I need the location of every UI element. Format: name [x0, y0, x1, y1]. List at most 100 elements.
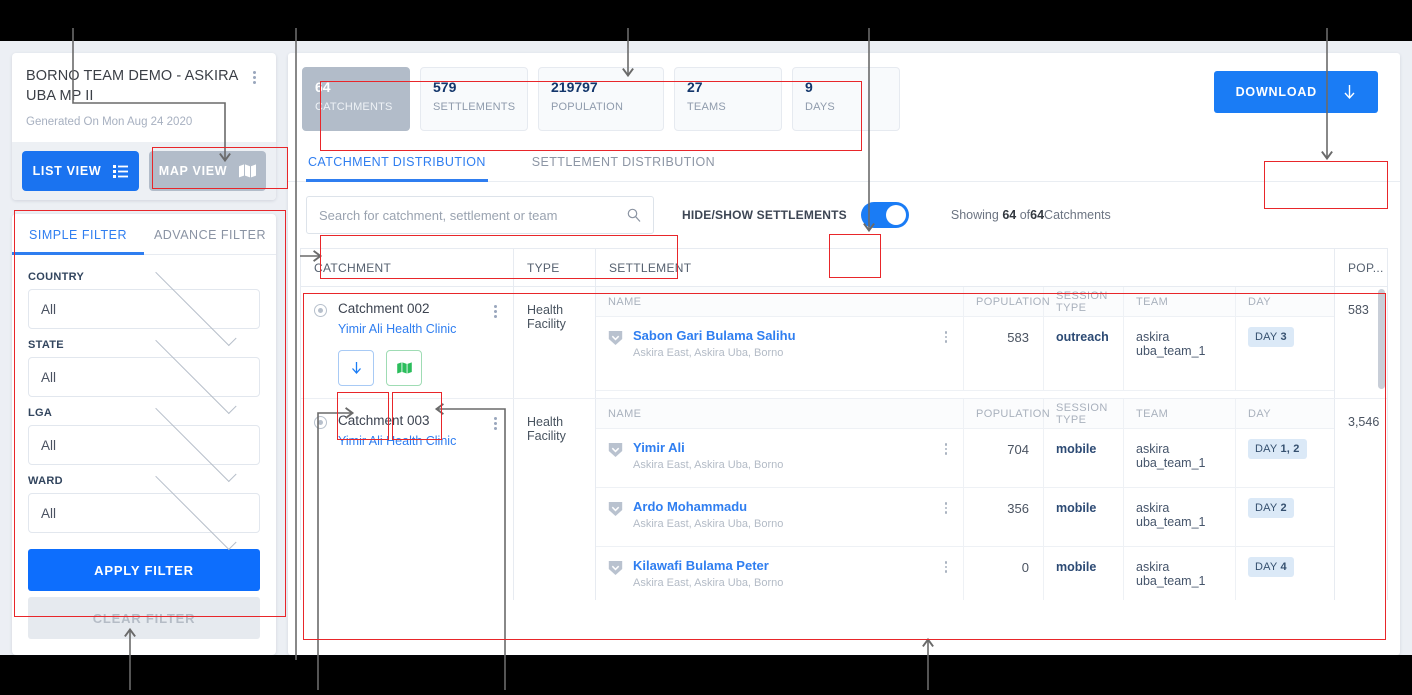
- download-arrow-icon: [351, 361, 361, 374]
- search-input[interactable]: [319, 207, 627, 223]
- search-icon[interactable]: [627, 208, 641, 222]
- ward-value: All: [41, 505, 57, 521]
- settlement-name[interactable]: Yimir Ali: [633, 440, 939, 455]
- table-row: Catchment 003 Yimir Ali Health Clinic He…: [301, 399, 1387, 600]
- settlement-population: 0: [964, 547, 1044, 600]
- project-generated-date: Generated On Mon Aug 24 2020: [26, 116, 193, 129]
- tab-settlement-distribution[interactable]: SETTLEMENT DISTRIBUTION: [530, 145, 717, 181]
- project-kebab-menu-icon[interactable]: [246, 67, 262, 84]
- subheader-session-type: SESSION TYPE: [1056, 401, 1108, 426]
- subheader-name: NAME: [608, 407, 642, 420]
- shield-icon: [608, 502, 623, 516]
- stat-catchments[interactable]: 64 CATCHMENTS: [302, 67, 410, 131]
- radio-icon[interactable]: [314, 304, 327, 317]
- clear-filter-button[interactable]: CLEAR FILTER: [28, 597, 260, 640]
- stat-population[interactable]: 219797 POPULATION: [538, 67, 664, 131]
- header-pop: POP...: [1348, 260, 1384, 275]
- settlement-kebab-menu-icon[interactable]: [939, 440, 953, 455]
- settlement-day: DAY 2: [1236, 488, 1334, 546]
- subheader-team: TEAM: [1136, 407, 1169, 420]
- state-select[interactable]: All: [28, 332, 260, 414]
- settlement-address: Askira East, Askira Uba, Borno: [633, 459, 784, 471]
- settlement-population: 583: [964, 317, 1044, 390]
- stat-population-value: 219797: [551, 79, 598, 95]
- header-type: TYPE: [527, 260, 560, 275]
- catchment-map-button[interactable]: [386, 350, 422, 386]
- hide-show-settlements-toggle[interactable]: [860, 202, 909, 228]
- header-catchment: CATCHMENT: [314, 260, 392, 275]
- settlement-team: askira uba_team_1: [1124, 429, 1236, 487]
- tab-advance-filter[interactable]: ADVANCE FILTER: [144, 214, 276, 254]
- lga-select[interactable]: All: [28, 400, 260, 482]
- apply-filter-button[interactable]: APPLY FILTER: [28, 549, 260, 592]
- day-value: 3: [1280, 331, 1287, 343]
- shield-icon: [608, 443, 623, 457]
- download-button[interactable]: DOWNLOAD: [1213, 71, 1378, 113]
- catchment-type: Health Facility: [514, 399, 596, 600]
- sidebar: BORNO TEAM DEMO - ASKIRA UBA MP II Gener…: [0, 41, 288, 656]
- radio-icon[interactable]: [314, 416, 327, 429]
- stat-population-label: POPULATION: [551, 101, 624, 113]
- download-label: DOWNLOAD: [1235, 85, 1317, 99]
- settlement-session-type: outreach: [1044, 317, 1124, 390]
- country-select[interactable]: All: [28, 264, 260, 346]
- settlement-subtable: NAME POPULATION SESSION TYPE TEAM DAY: [596, 287, 1335, 398]
- filter-body: COUNTRY All STATE All LGA All WARD All A…: [12, 255, 276, 655]
- day-label: DAY: [1255, 443, 1278, 455]
- list-item: Kilawafi Bulama Peter Askira East, Askir…: [596, 547, 1334, 600]
- subheader-population: POPULATION: [976, 295, 1051, 308]
- settlement-kebab-menu-icon[interactable]: [939, 499, 953, 514]
- list-item: Yimir Ali Askira East, Askira Uba, Borno…: [596, 429, 1334, 488]
- stat-teams[interactable]: 27 TEAMS: [674, 67, 782, 131]
- tab-catchment-distribution[interactable]: CATCHMENT DISTRIBUTION: [306, 145, 488, 182]
- map-view-button[interactable]: MAP VIEW: [149, 151, 266, 192]
- stat-days[interactable]: 9 DAYS: [792, 67, 900, 131]
- tab-simple-filter[interactable]: SIMPLE FILTER: [12, 214, 144, 256]
- catchment-actions: [338, 350, 503, 386]
- settlement-team: askira uba_team_1: [1124, 547, 1236, 600]
- showing-prefix: Showing: [950, 208, 999, 222]
- catchment-kebab-menu-icon[interactable]: [487, 301, 503, 318]
- page-title: BORNO TEAM DEMO - ASKIRA UBA MP II: [26, 68, 238, 104]
- settlement-header-row: NAME POPULATION SESSION TYPE TEAM DAY: [596, 399, 1334, 429]
- ward-select[interactable]: All: [28, 468, 260, 550]
- table-vertical-scrollbar[interactable]: [1378, 289, 1385, 389]
- day-value: 1, 2: [1280, 443, 1300, 455]
- day-label: DAY: [1255, 561, 1278, 573]
- settlement-day: DAY 3: [1236, 317, 1334, 390]
- day-badge: DAY 3: [1248, 327, 1294, 347]
- list-item: Sabon Gari Bulama Salihu Askira East, As…: [596, 317, 1334, 391]
- settlement-kebab-menu-icon[interactable]: [939, 328, 953, 343]
- catchment-kebab-menu-icon[interactable]: [487, 413, 503, 430]
- stat-settlements[interactable]: 579 SETTLEMENTS: [420, 67, 528, 131]
- distribution-tabs: CATCHMENT DISTRIBUTION SETTLEMENT DISTRI…: [288, 145, 1400, 182]
- stat-days-value: 9: [805, 79, 813, 95]
- settlement-population: 704: [964, 429, 1044, 487]
- table-header-row: CATCHMENT TYPE SETTLEMENT POP...: [301, 249, 1387, 287]
- catchment-cell: Catchment 003 Yimir Ali Health Clinic: [301, 399, 514, 600]
- showing-count: Showing 64 of64Catchments: [951, 208, 1111, 222]
- settlement-kebab-menu-icon[interactable]: [939, 558, 953, 573]
- catchment-name: Catchment 002: [338, 301, 430, 316]
- subheader-population: POPULATION: [976, 407, 1051, 420]
- list-icon: [113, 164, 129, 178]
- search-box[interactable]: [306, 196, 654, 234]
- settlement-session-type: mobile: [1044, 488, 1124, 546]
- list-view-label: LIST VIEW: [32, 164, 102, 179]
- catchment-name: Catchment 003: [338, 413, 430, 428]
- stat-settlements-value: 579: [433, 79, 457, 95]
- settlement-name[interactable]: Kilawafi Bulama Peter: [633, 558, 939, 573]
- settlement-subtable: NAME POPULATION SESSION TYPE TEAM DAY: [596, 399, 1335, 600]
- settlement-address: Askira East, Askira Uba, Borno: [633, 518, 784, 530]
- settlement-name[interactable]: Ardo Mohammadu: [633, 499, 939, 514]
- catchment-type: Health Facility: [514, 287, 596, 398]
- filter-tabs: SIMPLE FILTER ADVANCE FILTER: [12, 214, 276, 256]
- settlement-name[interactable]: Sabon Gari Bulama Salihu: [633, 328, 939, 343]
- list-view-button[interactable]: LIST VIEW: [22, 151, 139, 192]
- main-panel: 64 CATCHMENTS 579 SETTLEMENTS 219797 POP…: [288, 53, 1400, 655]
- stat-catchments-value: 64: [315, 79, 331, 95]
- settlement-address: Askira East, Askira Uba, Borno: [633, 577, 784, 589]
- showing-count-value: 64: [1002, 208, 1017, 222]
- day-badge: DAY 1, 2: [1248, 439, 1307, 459]
- catchment-download-button[interactable]: [338, 350, 374, 386]
